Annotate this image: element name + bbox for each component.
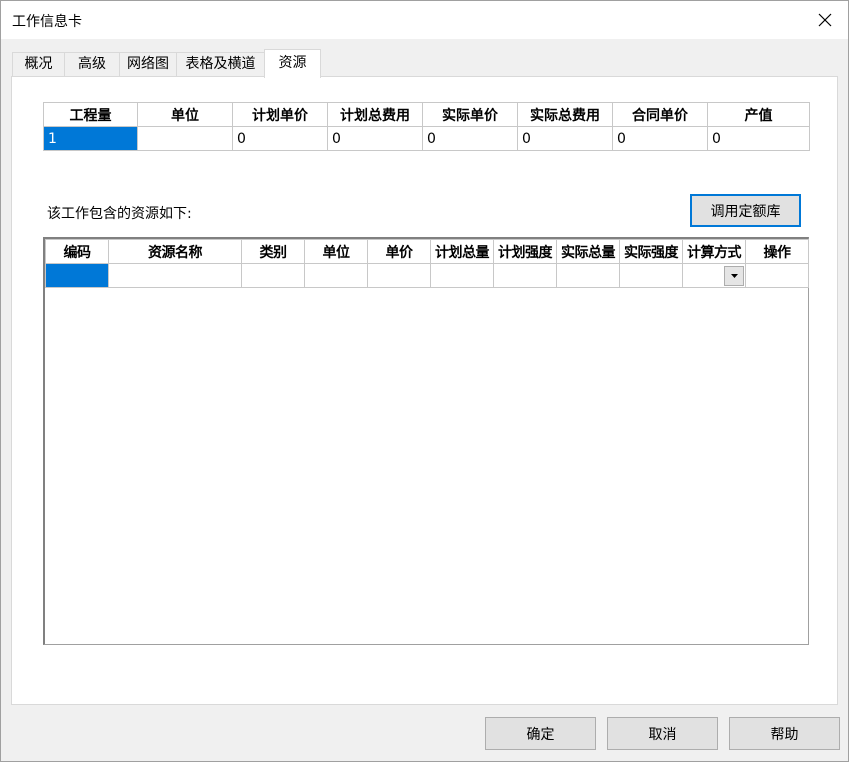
chevron-down-icon [730,274,738,278]
header-actual-unit-price: 实际单价 [422,102,518,127]
cell-actual-total-qty[interactable] [556,263,620,288]
resources-grid-area: 编码 资源名称 类别 单位 单价 计划总量 计划强度 实际总量 实际强度 计算方… [43,237,809,645]
header-unit: 单位 [137,102,233,127]
cell-category[interactable] [241,263,305,288]
help-button[interactable]: 帮助 [729,717,840,750]
close-button[interactable] [802,1,848,39]
cell-unit[interactable] [137,126,233,151]
header-plan-intensity: 计划强度 [493,239,557,264]
header-actual-total-cost: 实际总费用 [517,102,613,127]
summary-table: 工程量 单位 计划单价 计划总费用 实际单价 实际总费用 合同单价 产值 1 0… [43,102,810,151]
header-resource-name: 资源名称 [108,239,242,264]
cell-resource-name[interactable] [108,263,242,288]
header-calc-method: 计算方式 [682,239,746,264]
title-bar: 工作信息卡 [1,1,848,39]
header-plan-total-cost: 计划总费用 [327,102,423,127]
cell-output-value[interactable]: 0 [707,126,810,151]
cell-plan-intensity[interactable] [493,263,557,288]
tab-table-gantt[interactable]: 表格及横道 [176,52,265,77]
header-code: 编码 [45,239,109,264]
window-title: 工作信息卡 [12,14,82,30]
calc-method-dropdown-button[interactable] [724,266,744,286]
header-plan-total-qty: 计划总量 [430,239,494,264]
header-quantity: 工程量 [43,102,138,127]
tab-network[interactable]: 网络图 [119,52,177,77]
ok-button[interactable]: 确定 [485,717,596,750]
cell-actual-unit-price[interactable]: 0 [422,126,518,151]
resources-label: 该工作包含的资源如下: [47,206,192,222]
cell-contract-unit-price[interactable]: 0 [612,126,708,151]
header-category: 类别 [241,239,305,264]
header-actual-intensity: 实际强度 [619,239,683,264]
calc-method-combo[interactable] [682,263,746,288]
header-output-value: 产值 [707,102,810,127]
resources-table: 编码 资源名称 类别 单位 单价 计划总量 计划强度 实际总量 实际强度 计算方… [45,239,809,288]
close-icon [818,13,832,27]
summary-header-row: 工程量 单位 计划单价 计划总费用 实际单价 实际总费用 合同单价 产值 [43,102,810,127]
table-row: 1 0 0 0 0 0 0 [43,126,810,151]
cell-plan-unit-price[interactable]: 0 [232,126,328,151]
table-row [45,263,809,288]
header-operation: 操作 [745,239,809,264]
cell-quantity[interactable]: 1 [43,126,138,151]
cancel-button[interactable]: 取消 [607,717,718,750]
cell-plan-total-qty[interactable] [430,263,494,288]
cell-res-unit[interactable] [304,263,368,288]
dialog-window: 工作信息卡 概况 高级 网络图 表格及横道 资源 工程量 单位 计划单价 计划总… [0,0,849,762]
cell-operation[interactable] [745,263,809,288]
cell-code[interactable] [45,263,109,288]
tab-advanced[interactable]: 高级 [64,52,120,77]
cell-actual-total-cost[interactable]: 0 [517,126,613,151]
cell-plan-total-cost[interactable]: 0 [327,126,423,151]
header-plan-unit-price: 计划单价 [232,102,328,127]
cell-actual-intensity[interactable] [619,263,683,288]
header-res-unit-price: 单价 [367,239,431,264]
header-actual-total-qty: 实际总量 [556,239,620,264]
call-quota-library-button[interactable]: 调用定额库 [690,194,801,227]
resources-panel: 工程量 单位 计划单价 计划总费用 实际单价 实际总费用 合同单价 产值 1 0… [11,76,838,705]
tab-resources[interactable]: 资源 [264,49,321,78]
resources-header-row: 编码 资源名称 类别 单位 单价 计划总量 计划强度 实际总量 实际强度 计算方… [45,239,809,264]
header-contract-unit-price: 合同单价 [612,102,708,127]
cell-res-unit-price[interactable] [367,263,431,288]
tab-overview[interactable]: 概况 [12,52,65,77]
header-res-unit: 单位 [304,239,368,264]
